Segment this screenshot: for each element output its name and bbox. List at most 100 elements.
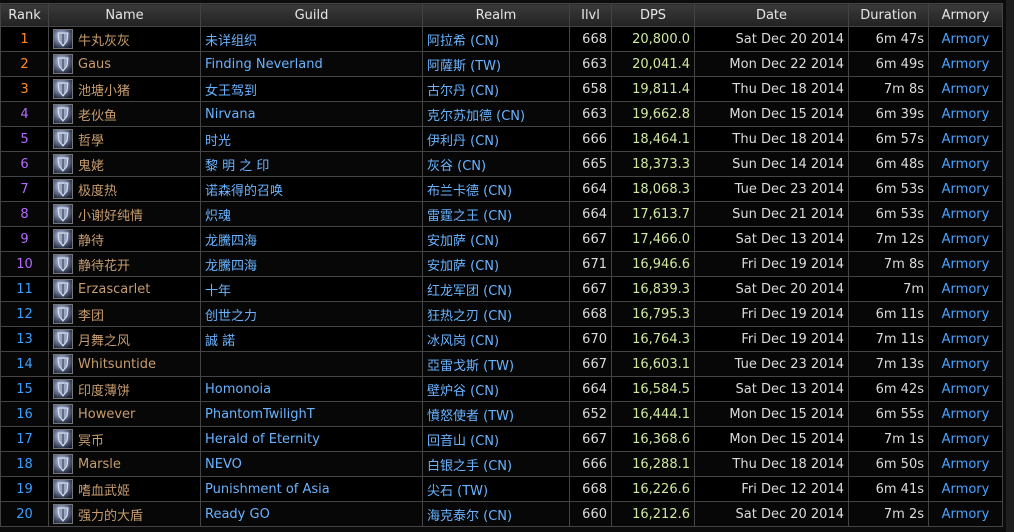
armory-link[interactable]: Armory bbox=[928, 401, 1003, 427]
player-name[interactable]: 强力的大盾 bbox=[78, 505, 143, 524]
table-row: 8 小谢好纯情 炽魂 雷霆之王 (CN) 664 17,613.7 Sun Dec 21 2… bbox=[0, 201, 1003, 227]
realm-link[interactable]: 雷霆之王 (CN) bbox=[422, 201, 570, 227]
guild-link[interactable]: 龙騰四海 bbox=[200, 251, 423, 277]
armory-link[interactable]: Armory bbox=[928, 76, 1003, 102]
guild-link[interactable] bbox=[200, 351, 423, 377]
guild-link[interactable]: 炽魂 bbox=[200, 201, 423, 227]
guild-link[interactable]: 龙騰四海 bbox=[200, 226, 423, 252]
rank-cell: 13 bbox=[0, 326, 49, 352]
realm-link[interactable]: 红龙军团 (CN) bbox=[422, 276, 570, 302]
player-name[interactable]: 冥币 bbox=[78, 430, 104, 449]
player-name[interactable]: 老伙鱼 bbox=[78, 105, 117, 124]
header-date[interactable]: Date bbox=[694, 3, 849, 27]
armory-link[interactable]: Armory bbox=[928, 176, 1003, 202]
armory-link[interactable]: Armory bbox=[928, 151, 1003, 177]
guild-link[interactable]: 诺森得的召唤 bbox=[200, 176, 423, 202]
header-name[interactable]: Name bbox=[48, 3, 201, 27]
guild-link[interactable]: Punishment of Asia bbox=[200, 476, 423, 502]
header-dps[interactable]: DPS bbox=[611, 3, 695, 27]
player-name[interactable]: 极度热 bbox=[78, 180, 117, 199]
guild-link[interactable]: PhantomTwilighT bbox=[200, 401, 423, 427]
player-name[interactable]: 鬼姥 bbox=[78, 155, 104, 174]
realm-link[interactable]: 古尔丹 (CN) bbox=[422, 76, 570, 102]
date-cell: Sat Dec 13 2014 bbox=[694, 226, 849, 252]
header-guild[interactable]: Guild bbox=[200, 3, 423, 27]
player-name[interactable]: 牛丸灰灰 bbox=[78, 30, 130, 49]
rank-cell: 14 bbox=[0, 351, 49, 377]
player-name[interactable]: 印度薄饼 bbox=[78, 380, 130, 399]
armory-link[interactable]: Armory bbox=[928, 501, 1003, 527]
player-name[interactable]: 池塘小猪 bbox=[78, 80, 130, 99]
header-rank[interactable]: Rank bbox=[0, 3, 49, 27]
guild-link[interactable]: Finding Neverland bbox=[200, 51, 423, 77]
dps-cell: 16,226.6 bbox=[611, 476, 695, 502]
guild-link[interactable]: Homonoia bbox=[200, 376, 423, 402]
table-row: 10 静待花开 龙騰四海 安加萨 (CN) 671 16,946.6 Fri Dec 19 … bbox=[0, 251, 1003, 277]
player-name[interactable]: 哲學 bbox=[78, 130, 104, 149]
guild-link[interactable]: 十年 bbox=[200, 276, 423, 302]
header-ilvl[interactable]: Ilvl bbox=[569, 3, 612, 27]
armory-link[interactable]: Armory bbox=[928, 426, 1003, 452]
armory-link[interactable]: Armory bbox=[928, 476, 1003, 502]
armory-link[interactable]: Armory bbox=[928, 226, 1003, 252]
guild-link[interactable]: Ready GO bbox=[200, 501, 423, 527]
player-name[interactable]: 静待花开 bbox=[78, 255, 130, 274]
realm-link[interactable]: 布兰卡德 (CN) bbox=[422, 176, 570, 202]
armory-link[interactable]: Armory bbox=[928, 326, 1003, 352]
armory-link[interactable]: Armory bbox=[928, 351, 1003, 377]
player-name[interactable]: Marsle bbox=[78, 457, 121, 472]
realm-link[interactable]: 克尔苏加德 (CN) bbox=[422, 101, 570, 127]
guild-link[interactable]: 誠 諾 bbox=[200, 326, 423, 352]
guild-link[interactable]: 时光 bbox=[200, 126, 423, 152]
realm-link[interactable]: 阿拉希 (CN) bbox=[422, 26, 570, 52]
realm-link[interactable]: 伊利丹 (CN) bbox=[422, 126, 570, 152]
guild-link[interactable]: 女王驾到 bbox=[200, 76, 423, 102]
realm-link[interactable]: 冰风岗 (CN) bbox=[422, 326, 570, 352]
armory-link[interactable]: Armory bbox=[928, 276, 1003, 302]
realm-link[interactable]: 安加萨 (CN) bbox=[422, 226, 570, 252]
realm-link[interactable]: 狂热之刃 (CN) bbox=[422, 301, 570, 327]
guild-link[interactable]: NEVO bbox=[200, 451, 423, 477]
player-name[interactable]: Gaus bbox=[78, 57, 111, 72]
player-name[interactable]: Whitsuntide bbox=[78, 357, 156, 372]
guild-link[interactable]: 未详组织 bbox=[200, 26, 423, 52]
player-name[interactable]: 月舞之风 bbox=[78, 330, 130, 349]
realm-link[interactable]: 灰谷 (CN) bbox=[422, 151, 570, 177]
armory-link[interactable]: Armory bbox=[928, 451, 1003, 477]
realm-link[interactable]: 海克泰尔 (CN) bbox=[422, 501, 570, 527]
player-name[interactable]: 李团 bbox=[78, 305, 104, 324]
realm-link[interactable]: 憤怒使者 (TW) bbox=[422, 401, 570, 427]
player-name[interactable]: However bbox=[78, 407, 135, 422]
realm-link[interactable]: 阿薩斯 (TW) bbox=[422, 51, 570, 77]
realm-link[interactable]: 尖石 (TW) bbox=[422, 476, 570, 502]
table-row: 4 老伙鱼 Nirvana 克尔苏加德 (CN) 663 19,662.8 Mon Dec … bbox=[0, 101, 1003, 127]
armory-link[interactable]: Armory bbox=[928, 201, 1003, 227]
armory-link[interactable]: Armory bbox=[928, 51, 1003, 77]
armory-link[interactable]: Armory bbox=[928, 251, 1003, 277]
guild-link[interactable]: 创世之力 bbox=[200, 301, 423, 327]
armory-link[interactable]: Armory bbox=[928, 301, 1003, 327]
warrior-class-icon bbox=[53, 54, 73, 74]
header-armory[interactable]: Armory bbox=[928, 3, 1003, 27]
armory-link[interactable]: Armory bbox=[928, 126, 1003, 152]
header-duration[interactable]: Duration bbox=[848, 3, 929, 27]
armory-link[interactable]: Armory bbox=[928, 376, 1003, 402]
duration-cell: 6m 41s bbox=[848, 476, 929, 502]
player-name[interactable]: Erzascarlet bbox=[78, 282, 150, 297]
vertical-scrollbar[interactable] bbox=[1006, 0, 1014, 532]
guild-link[interactable]: 黎 明 之 印 bbox=[200, 151, 423, 177]
realm-link[interactable]: 亞雷戈斯 (TW) bbox=[422, 351, 570, 377]
player-name[interactable]: 静待 bbox=[78, 230, 104, 249]
player-name[interactable]: 嗜血武姬 bbox=[78, 480, 130, 499]
guild-link[interactable]: Nirvana bbox=[200, 101, 423, 127]
player-name[interactable]: 小谢好纯情 bbox=[78, 205, 143, 224]
realm-link[interactable]: 安加萨 (CN) bbox=[422, 251, 570, 277]
guild-link[interactable]: Herald of Eternity bbox=[200, 426, 423, 452]
realm-link[interactable]: 回音山 (CN) bbox=[422, 426, 570, 452]
rank-cell: 18 bbox=[0, 451, 49, 477]
armory-link[interactable]: Armory bbox=[928, 101, 1003, 127]
armory-link[interactable]: Armory bbox=[928, 26, 1003, 52]
header-realm[interactable]: Realm bbox=[422, 3, 570, 27]
realm-link[interactable]: 壁炉谷 (CN) bbox=[422, 376, 570, 402]
realm-link[interactable]: 白银之手 (CN) bbox=[422, 451, 570, 477]
